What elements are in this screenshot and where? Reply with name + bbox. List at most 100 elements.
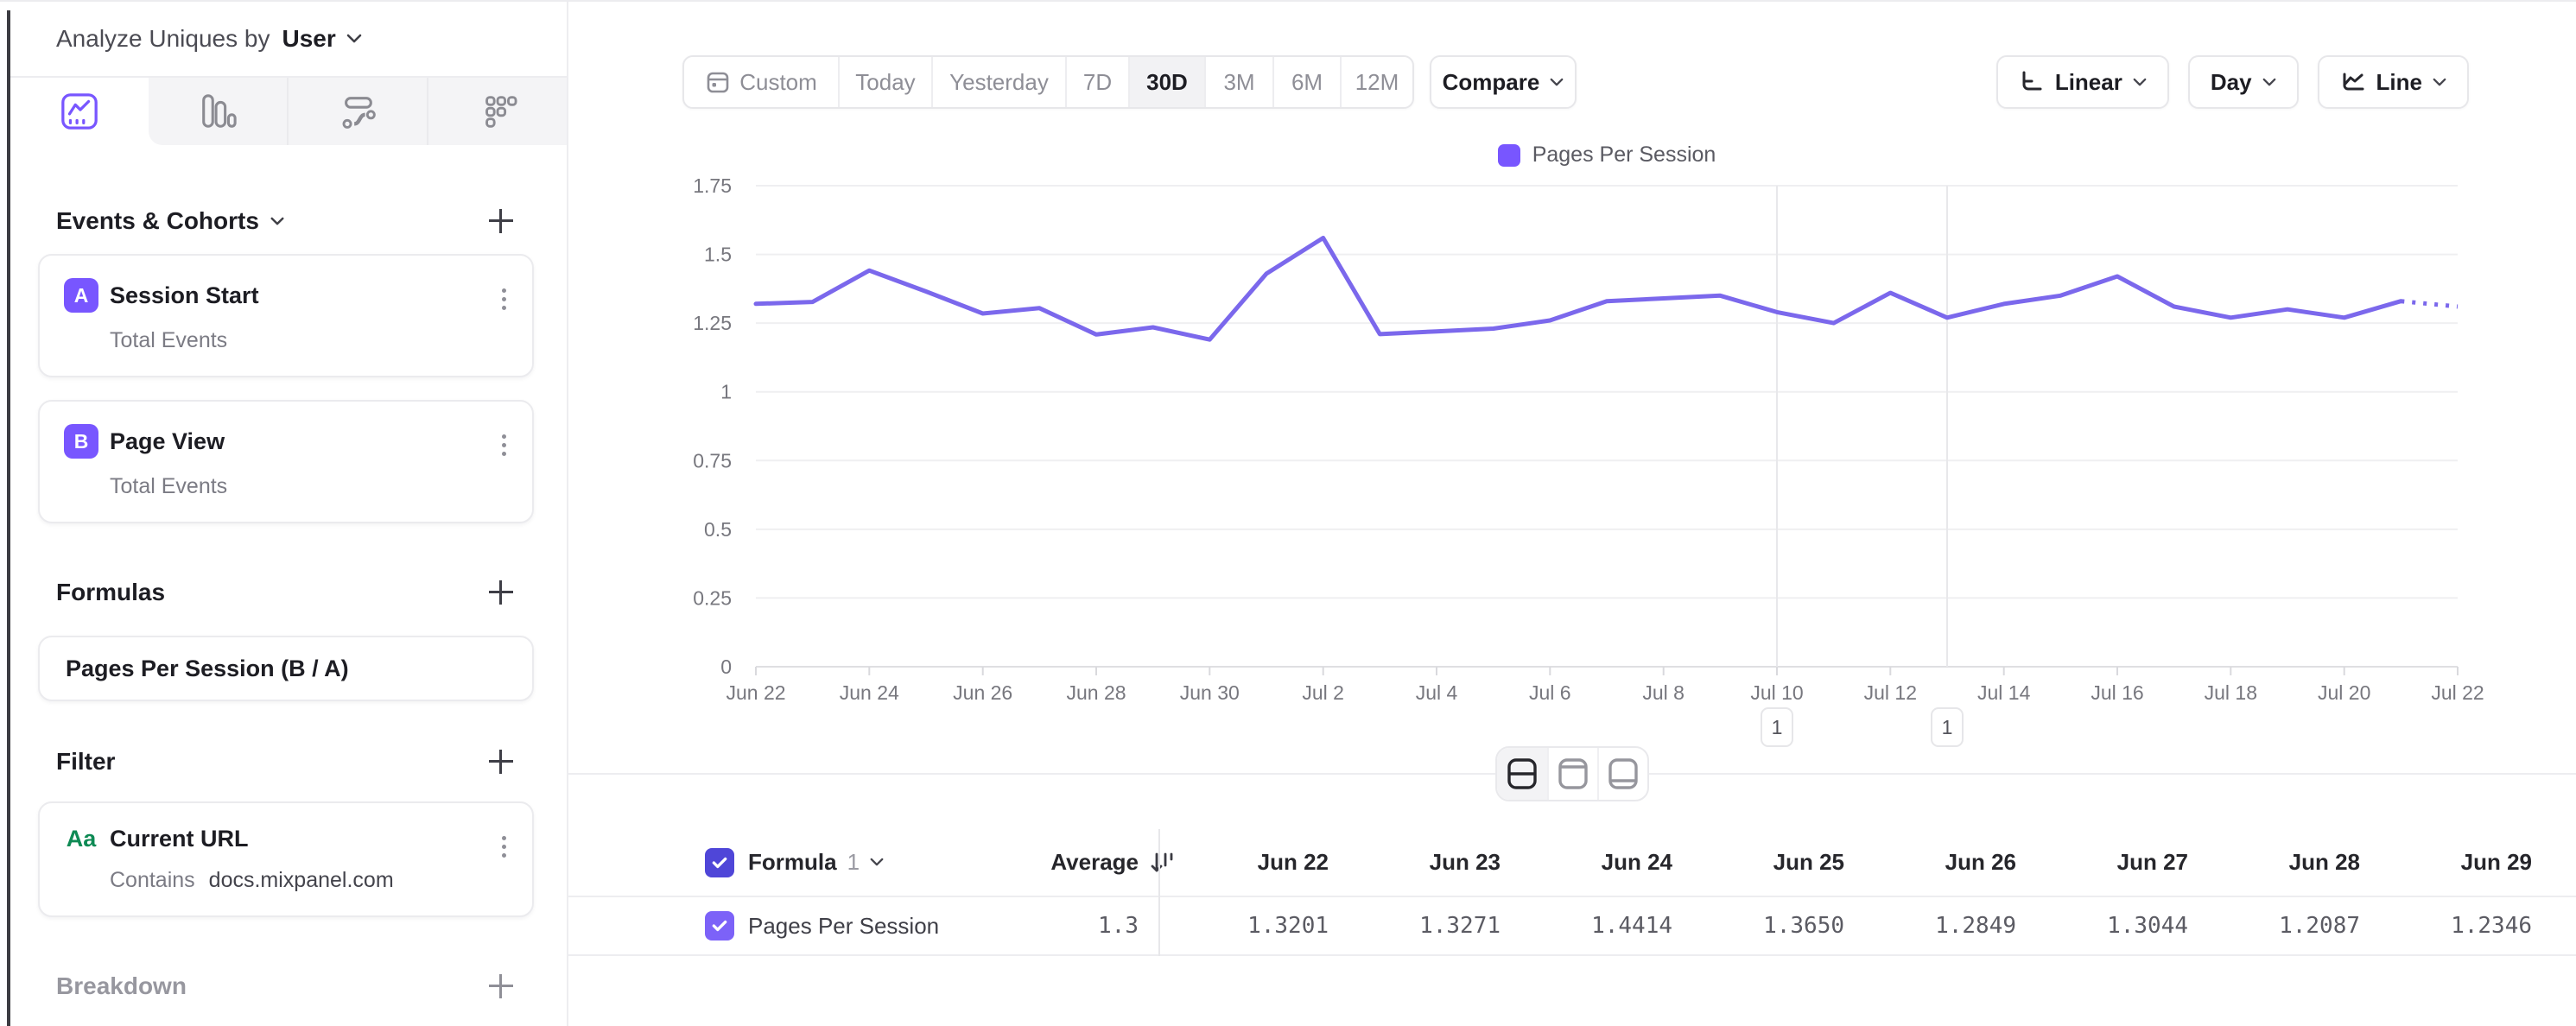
date-column-header: Jun 24 xyxy=(1504,829,1676,896)
range-12m[interactable]: 12M xyxy=(1340,57,1412,107)
breakdown-header: Breakdown xyxy=(38,967,539,1005)
add-formula-button[interactable] xyxy=(485,577,517,608)
chevron-down-icon xyxy=(1550,78,1564,87)
range-3m[interactable]: 3M xyxy=(1204,57,1272,107)
event-card-a[interactable]: A Session Start Total Events xyxy=(38,254,534,377)
svg-text:Jul 18: Jul 18 xyxy=(2205,681,2257,704)
filter-title: Filter xyxy=(56,748,115,776)
chevron-down-icon xyxy=(2433,78,2446,87)
range-yesterday[interactable]: Yesterday xyxy=(931,57,1065,107)
svg-text:Jul 22: Jul 22 xyxy=(2431,681,2484,704)
date-column-header: Jun 26 xyxy=(1848,829,2020,896)
series-value-cell: 1.2346 xyxy=(2363,897,2535,954)
svg-text:Jul 16: Jul 16 xyxy=(2091,681,2143,704)
table-only-icon xyxy=(1608,757,1639,791)
chart-x-axis: Jun 22Jun 24Jun 26Jun 28Jun 30Jul 2Jul 4… xyxy=(726,667,2484,704)
view-split-button[interactable] xyxy=(1497,748,1547,800)
chevron-down-icon xyxy=(346,34,362,44)
svg-text:Jul 4: Jul 4 xyxy=(1416,681,1458,704)
formula-name: Pages Per Session (B / A) xyxy=(66,656,349,682)
svg-text:1.5: 1.5 xyxy=(704,244,732,266)
date-column-header: Jun 27 xyxy=(2020,829,2192,896)
line-chart-svg[interactable]: 00.250.50.7511.251.51.75Jun 22Jun 24Jun … xyxy=(568,123,2576,779)
filter-property: Current URL xyxy=(110,826,249,852)
filter-card[interactable]: Aa Current URL Contains docs.mixpanel.co… xyxy=(38,801,534,917)
kebab-menu-icon[interactable] xyxy=(498,833,510,861)
filter-header: Filter xyxy=(38,743,539,781)
view-table-only-button[interactable] xyxy=(1597,748,1647,800)
event-badge: A xyxy=(64,278,98,313)
svg-text:Jun 28: Jun 28 xyxy=(1066,681,1126,704)
calendar-icon xyxy=(705,69,731,95)
kebab-menu-icon[interactable] xyxy=(498,431,510,459)
date-range-control: CustomTodayYesterday7D30D3M6M12M xyxy=(682,55,1414,109)
bar-chart-icon xyxy=(198,92,238,131)
analyze-header: Analyze Uniques by User xyxy=(10,2,567,78)
filter-value[interactable]: docs.mixpanel.com xyxy=(209,868,394,893)
range-custom[interactable]: Custom xyxy=(684,57,838,107)
filter-operator[interactable]: Contains xyxy=(110,868,195,893)
chart-only-icon xyxy=(1558,757,1589,791)
svg-text:0: 0 xyxy=(720,656,732,678)
range-30d[interactable]: 30D xyxy=(1128,57,1204,107)
chart-gridlines: 00.250.50.7511.251.51.75 xyxy=(693,174,2458,678)
view-chart-only-button[interactable] xyxy=(1547,748,1597,800)
range-7d[interactable]: 7D xyxy=(1065,57,1128,107)
svg-text:1.75: 1.75 xyxy=(693,174,732,197)
date-column-header: Jun 23 xyxy=(1332,829,1504,896)
events-cohorts-header: Events & Cohorts xyxy=(38,202,539,240)
svg-text:1: 1 xyxy=(1942,716,1953,738)
tab-flow-chart[interactable] xyxy=(287,78,427,145)
annotation-lines xyxy=(1777,186,1947,667)
series-checkbox[interactable] xyxy=(705,911,734,940)
event-card-b[interactable]: B Page View Total Events xyxy=(38,400,534,523)
chart-series-line[interactable] xyxy=(756,238,2401,340)
events-cohorts-title[interactable]: Events & Cohorts xyxy=(56,207,284,235)
compare-button[interactable]: Compare xyxy=(1430,55,1577,109)
event-badge: B xyxy=(64,424,98,459)
add-filter-button[interactable] xyxy=(485,746,517,777)
chart-toolbar: CustomTodayYesterday7D30D3M6M12M Compare… xyxy=(568,55,2576,109)
svg-text:0.5: 0.5 xyxy=(704,518,732,541)
date-column-header: Jun 25 xyxy=(1676,829,1848,896)
formulas-title: Formulas xyxy=(56,579,165,606)
annotation-markers[interactable]: 11 xyxy=(1761,708,1963,746)
svg-text:0.25: 0.25 xyxy=(693,586,732,609)
tab-bar-chart[interactable] xyxy=(149,78,287,145)
analyze-label: Analyze Uniques by xyxy=(56,25,270,53)
range-today[interactable]: Today xyxy=(838,57,931,107)
svg-text:Jul 20: Jul 20 xyxy=(2318,681,2370,704)
breakdown-title: Breakdown xyxy=(56,972,187,1000)
kebab-menu-icon[interactable] xyxy=(498,285,510,314)
line-chart[interactable]: 00.250.50.7511.251.51.75Jun 22Jun 24Jun … xyxy=(568,123,2576,779)
check-icon xyxy=(711,918,728,934)
date-column-header: Jun 22 xyxy=(1160,829,1332,896)
formula-card[interactable]: Pages Per Session (B / A) xyxy=(38,636,534,701)
range-6m[interactable]: 6M xyxy=(1272,57,1340,107)
view-layout-toggle xyxy=(1495,746,1649,801)
formulas-header: Formulas xyxy=(38,573,539,611)
event-aggregation[interactable]: Total Events xyxy=(110,474,510,499)
svg-text:Jun 30: Jun 30 xyxy=(1180,681,1240,704)
date-column-headers: Jun 22Jun 23Jun 24Jun 25Jun 26Jun 27Jun … xyxy=(1160,829,2535,896)
event-aggregation[interactable]: Total Events xyxy=(110,328,510,353)
interval-button[interactable]: Day xyxy=(2188,55,2299,109)
series-value-cell: 1.3271 xyxy=(1332,897,1504,954)
analyze-value: User xyxy=(282,25,335,53)
line-chart-icon xyxy=(60,92,99,131)
table-column-divider xyxy=(1158,829,1160,956)
analyze-uniques-selector[interactable]: User xyxy=(282,25,361,53)
series-value-cell: 1.3044 xyxy=(2020,897,2192,954)
formula-column-header[interactable]: Formula 1 xyxy=(748,829,884,896)
mixpanel-insights-app: Analyze Uniques by User xyxy=(0,0,2576,1026)
results-table-row[interactable]: Pages Per Session 1.3 1.32011.32711.4414… xyxy=(568,897,2576,956)
add-breakdown-button[interactable] xyxy=(485,971,517,1002)
add-event-button[interactable] xyxy=(485,206,517,237)
y-scale-button[interactable]: Linear xyxy=(1996,55,2169,109)
tab-grid-metrics[interactable] xyxy=(427,78,567,145)
chart-series-line-projected[interactable] xyxy=(2401,301,2458,307)
tab-line-chart[interactable] xyxy=(10,78,149,145)
select-all-checkbox[interactable] xyxy=(705,848,734,877)
sidebar-body: Events & Cohorts A Session Start Total E… xyxy=(10,202,567,1005)
chart-style-button[interactable]: Line xyxy=(2318,55,2469,109)
